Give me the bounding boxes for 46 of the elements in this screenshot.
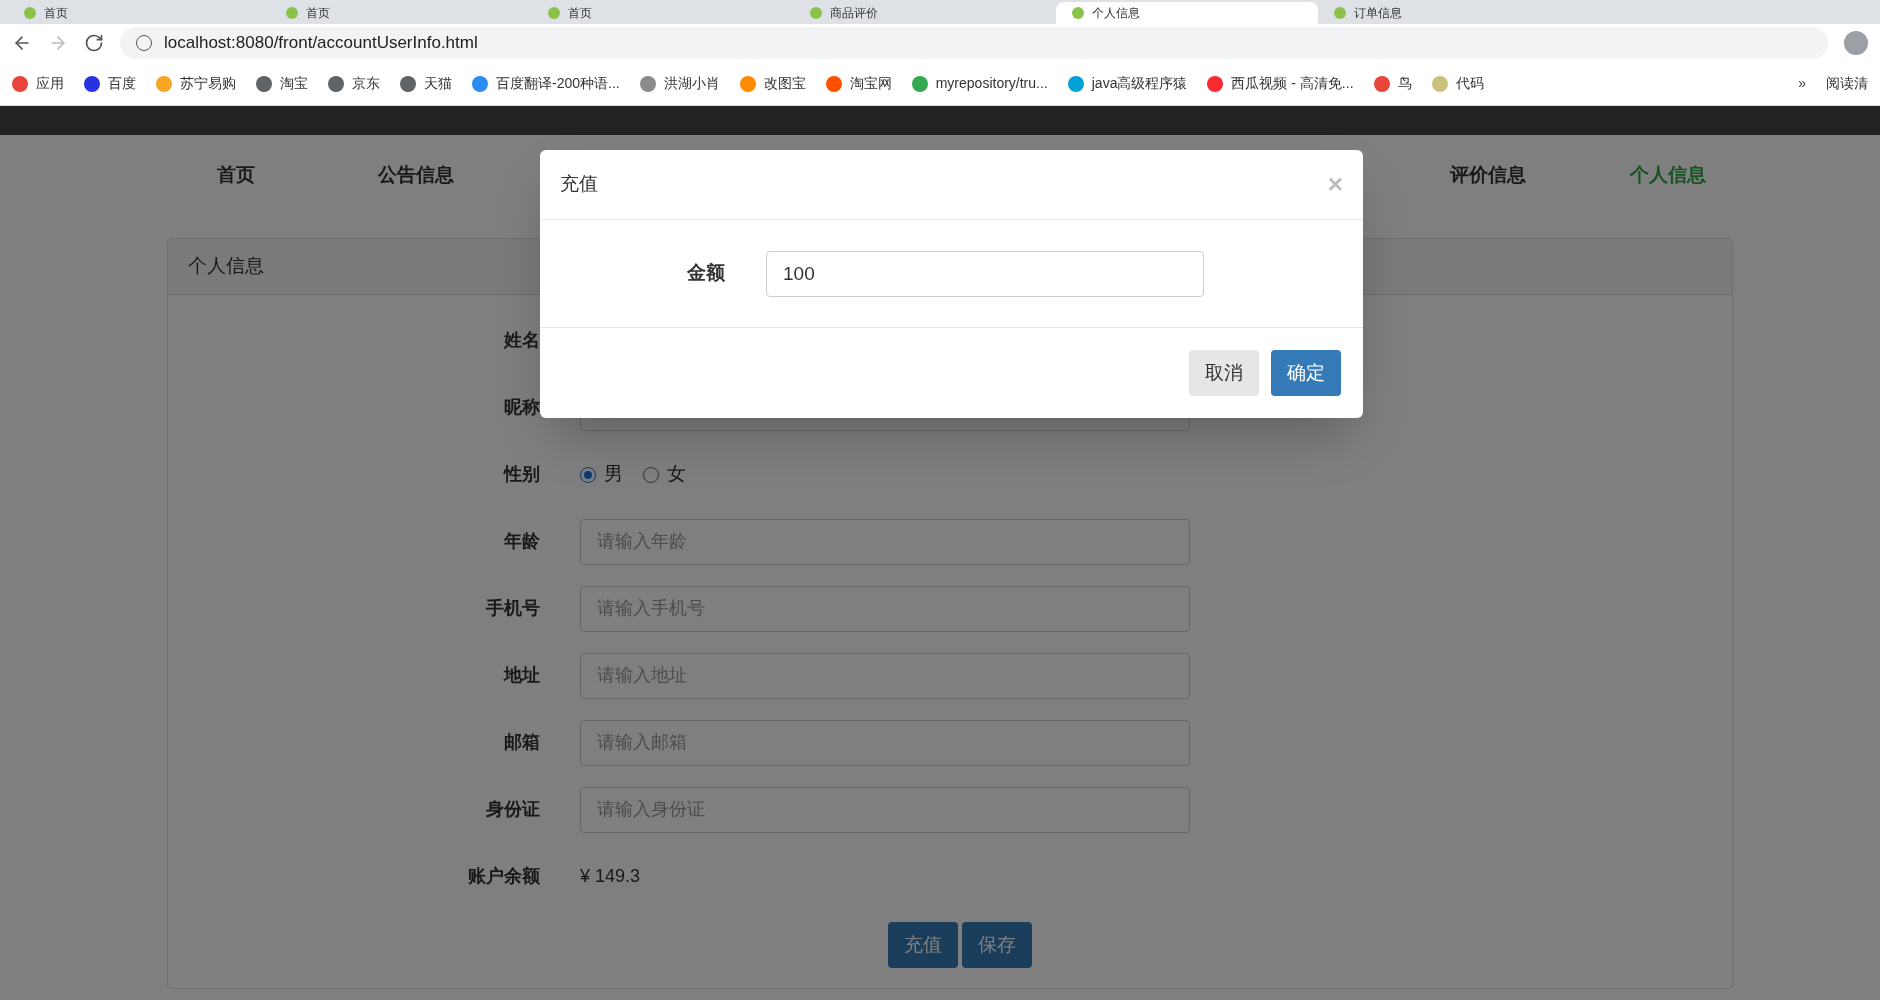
- browser-tab[interactable]: 首页: [270, 2, 532, 24]
- field-label: 年龄: [503, 530, 541, 553]
- bookmark[interactable]: 西瓜视频 - 高清免...: [1207, 73, 1354, 94]
- dialog-title: 充值: [560, 172, 598, 197]
- bookmark[interactable]: 应用: [12, 73, 64, 94]
- address-bar[interactable]: localhost:8080/front/accountUserInfo.html: [120, 27, 1828, 59]
- bookmark[interactable]: 淘宝网: [825, 73, 892, 94]
- field-label: 账户余额: [467, 865, 541, 888]
- field-label: 姓名: [502, 329, 541, 352]
- bookmark[interactable]: 天猫: [400, 73, 452, 94]
- bookmark[interactable]: 改图宝: [739, 73, 806, 94]
- more-bookmarks[interactable]: »: [1798, 73, 1806, 94]
- amount-field[interactable]: 100: [766, 250, 1204, 297]
- balance-value: ¥ 149.3: [580, 865, 641, 888]
- field-label: 身份证: [485, 798, 541, 821]
- bookmark[interactable]: 京东: [328, 73, 380, 94]
- bookmark[interactable]: 苏宁易购: [156, 73, 236, 94]
- card-title: 个人信息: [188, 254, 264, 279]
- bookmark[interactable]: java高级程序猿: [1067, 73, 1188, 94]
- bookmark[interactable]: 鸟: [1373, 73, 1412, 94]
- bookmark[interactable]: 代码: [1431, 73, 1484, 94]
- nav-link[interactable]: 公告信息: [326, 161, 506, 190]
- cancel-button[interactable]: 取消: [1189, 350, 1259, 396]
- reading-list[interactable]: 阅读清: [1826, 73, 1868, 94]
- nav-link[interactable]: 评价信息: [1398, 161, 1578, 190]
- browser-tab[interactable]: 商品评价: [794, 2, 1056, 24]
- browser-tab[interactable]: 订单信息: [1318, 2, 1580, 24]
- bookmark[interactable]: 百度翻译-200种语...: [472, 73, 620, 94]
- radio-label: 女: [667, 462, 686, 487]
- field-label: 昵称: [503, 396, 541, 419]
- bookmark[interactable]: 百度: [84, 73, 136, 94]
- confirm-button[interactable]: 确定: [1271, 350, 1341, 396]
- bookmark[interactable]: myrepository/tru...: [911, 73, 1048, 94]
- field-label: 地址: [502, 664, 541, 687]
- nav-link[interactable]: 首页: [146, 161, 326, 190]
- amount-label: 金额: [686, 261, 725, 286]
- browser-tab[interactable]: 个人信息: [1056, 2, 1318, 24]
- browser-tab[interactable]: 首页: [8, 2, 270, 24]
- url-text: localhost:8080/front/accountUserInfo.html: [164, 32, 478, 55]
- field-label: 性别: [502, 463, 541, 486]
- bookmark[interactable]: 淘宝: [256, 73, 308, 94]
- bookmark[interactable]: 洪湖小肖: [639, 73, 720, 94]
- radio-label: 男: [604, 462, 623, 487]
- field-label: 手机号: [485, 597, 541, 620]
- browser-tab[interactable]: 首页: [532, 2, 794, 24]
- field-label: 邮箱: [503, 731, 541, 754]
